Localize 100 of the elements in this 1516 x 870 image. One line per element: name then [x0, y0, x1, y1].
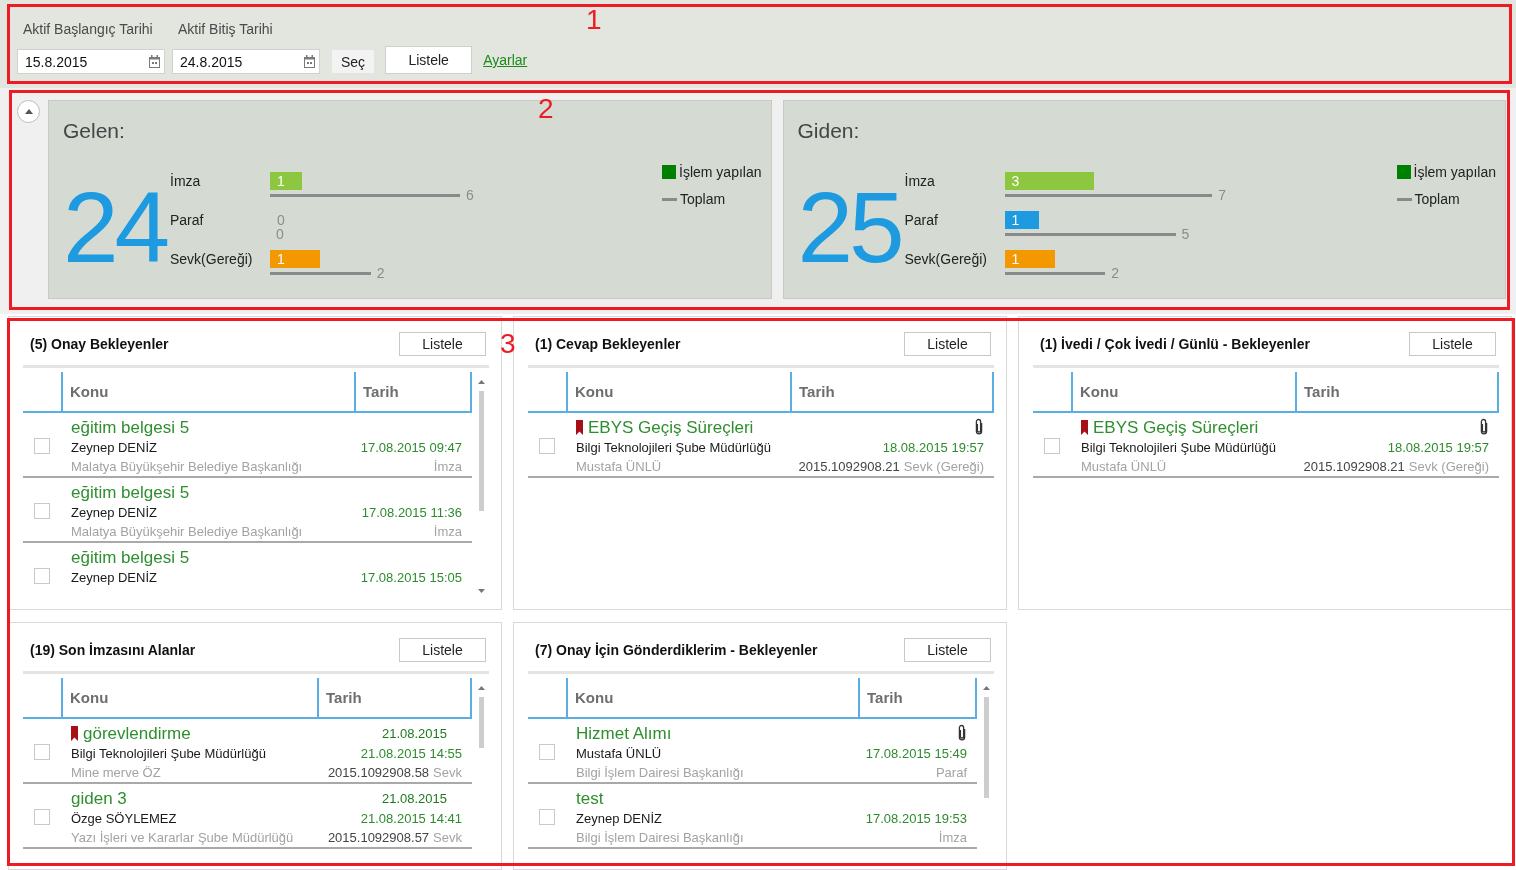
- list-button[interactable]: Listele: [399, 332, 486, 356]
- column-header: Tarih: [317, 678, 472, 717]
- type-text: İmza: [938, 829, 967, 846]
- total-count: 25: [797, 177, 901, 277]
- list-title: (1) Cevap Bekleyenler: [534, 336, 681, 352]
- bar-label: Paraf: [170, 211, 205, 229]
- info-text: Zeynep DENİZ: [71, 504, 157, 521]
- muted-text: Mustafa ÜNLÜ: [576, 458, 662, 475]
- date-text: 21.08.2015: [381, 724, 447, 742]
- column-header: Konu: [566, 678, 858, 717]
- date-text: 18.08.2015 19:57: [882, 439, 984, 456]
- document-number: 2015.1092908.21: [798, 458, 900, 475]
- document-subject[interactable]: EBYS Geçiş Süreçleri: [1093, 416, 1259, 438]
- list-button[interactable]: Listele: [1409, 332, 1496, 356]
- done-value: 1: [277, 250, 285, 268]
- checkbox[interactable]: [34, 568, 50, 584]
- scroll-down-icon[interactable]: [478, 589, 485, 593]
- list-button[interactable]: Listele: [385, 46, 473, 74]
- total-value: 2: [1111, 264, 1120, 282]
- settings-link[interactable]: Ayarlar: [483, 51, 528, 69]
- checkbox[interactable]: [34, 503, 50, 519]
- date-text: 17.08.2015 15:05: [360, 569, 462, 586]
- document-subject[interactable]: görevlendirme: [83, 722, 191, 744]
- muted-text: Yazı İşleri ve Kararlar Şube Müdürlüğü: [71, 829, 294, 846]
- column-header: Tarih: [1295, 372, 1499, 411]
- panel-title: Gelen:: [63, 118, 125, 144]
- muted-text: Bilgi İşlem Dairesi Başkanlığı: [576, 764, 744, 781]
- done-value: 1: [1011, 211, 1020, 229]
- info-text: Zeynep DENİZ: [576, 810, 662, 827]
- checkbox[interactable]: [539, 438, 555, 454]
- annotation-number: 1: [586, 6, 602, 34]
- calendar-icon[interactable]: [304, 55, 315, 68]
- checkbox[interactable]: [1044, 438, 1060, 454]
- date-input[interactable]: 24.8.2015: [172, 49, 320, 74]
- bar-label: Sevk(Gereği): [170, 250, 254, 268]
- list-title: (5) Onay Bekleyenler: [29, 336, 169, 352]
- document-subject[interactable]: giden 3: [71, 787, 127, 809]
- column-header: Konu: [61, 372, 354, 411]
- muted-text: Malatya Büyükşehir Belediye Başkanlığı: [71, 458, 303, 475]
- checkbox[interactable]: [34, 744, 50, 760]
- list-title: (19) Son İmzasını Alanlar: [29, 642, 196, 658]
- type-text: Sevk (Gereği): [903, 458, 984, 475]
- date-text: 21.08.2015 14:55: [360, 745, 462, 762]
- document-subject[interactable]: eğitim belgesi 5: [71, 481, 190, 503]
- scrollbar-thumb[interactable]: [479, 697, 484, 748]
- date-input[interactable]: 15.8.2015: [17, 49, 165, 74]
- scroll-up-icon[interactable]: [478, 686, 485, 690]
- date-label: Aktif Bitiş Tarihi: [177, 20, 273, 38]
- scroll-up-icon[interactable]: [478, 380, 485, 384]
- muted-text: Mine merve ÖZ: [71, 764, 161, 781]
- checkbox[interactable]: [539, 744, 555, 760]
- collapse-button[interactable]: [17, 100, 40, 123]
- info-text: Özge SÖYLEMEZ: [71, 810, 177, 827]
- document-subject[interactable]: Hizmet Alımı: [576, 722, 672, 744]
- info-text: Mustafa ÜNLÜ: [576, 745, 662, 762]
- caret-up-icon: [24, 109, 33, 114]
- list-title: (7) Onay İçin Gönderdiklerim - Bekleyenler: [534, 642, 818, 658]
- select-button[interactable]: Seç: [332, 50, 375, 73]
- list-button[interactable]: Listele: [399, 638, 486, 662]
- document-number: 2015.1092908.58: [327, 764, 430, 781]
- document-number: 2015.1092908.57: [327, 829, 430, 846]
- done-value: 1: [277, 172, 285, 190]
- date-text: 17.08.2015 19:53: [865, 810, 967, 827]
- checkbox[interactable]: [34, 809, 50, 825]
- checkbox[interactable]: [34, 438, 50, 454]
- type-text: Sevk (Gereği): [1408, 458, 1489, 475]
- document-subject[interactable]: test: [576, 787, 604, 809]
- list-button[interactable]: Listele: [904, 638, 991, 662]
- info-text: Zeynep DENİZ: [71, 569, 157, 586]
- date-text: 21.08.2015 14:41: [360, 810, 462, 827]
- document-subject[interactable]: eğitim belgesi 5: [71, 416, 190, 438]
- muted-text: Malatya Büyükşehir Belediye Başkanlığı: [71, 523, 303, 540]
- column-header: Konu: [1071, 372, 1295, 411]
- list-button[interactable]: Listele: [904, 332, 991, 356]
- document-number: 2015.1092908.21: [1303, 458, 1405, 475]
- column-header: Konu: [61, 678, 317, 717]
- done-value: 3: [1011, 172, 1020, 190]
- total-value: 7: [1218, 186, 1227, 204]
- scroll-up-icon[interactable]: [983, 686, 990, 690]
- checkbox[interactable]: [539, 809, 555, 825]
- info-text: Bilgi Teknolojileri Şube Müdürlüğü: [1081, 439, 1276, 456]
- scrollbar-thumb[interactable]: [984, 697, 989, 798]
- total-count: 24: [63, 177, 167, 277]
- date-text: 17.08.2015 15:49: [865, 745, 967, 762]
- bar-label: İmza: [170, 172, 202, 190]
- muted-text: Mustafa ÜNLÜ: [1081, 458, 1167, 475]
- list-title: (1) İvedi / Çok İvedi / Günlü - Bekleyenler: [1039, 336, 1310, 352]
- column-header: Konu: [566, 372, 790, 411]
- type-text: İmza: [433, 458, 462, 475]
- document-subject[interactable]: eğitim belgesi 5: [71, 546, 190, 568]
- date-text: 21.08.2015: [381, 789, 447, 807]
- date-text: 17.08.2015 11:36: [361, 504, 462, 521]
- total-value: 2: [376, 264, 385, 282]
- annotation-number: 3: [500, 330, 516, 358]
- type-text: Paraf: [935, 764, 967, 781]
- document-subject[interactable]: EBYS Geçiş Süreçleri: [588, 416, 754, 438]
- calendar-icon[interactable]: [149, 55, 160, 68]
- scrollbar-thumb[interactable]: [479, 391, 484, 511]
- bar-label: İmza: [904, 172, 936, 190]
- bar-label: Sevk(Gereği): [904, 250, 988, 268]
